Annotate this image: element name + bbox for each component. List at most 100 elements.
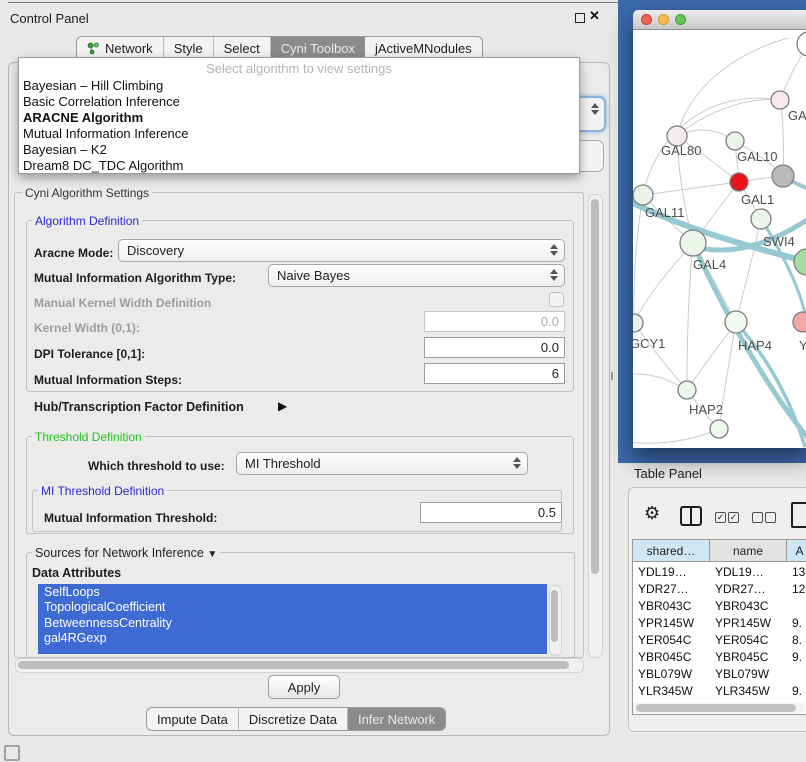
node-pink[interactable] (793, 312, 806, 332)
node-gal11[interactable] (633, 185, 653, 205)
table-cell[interactable]: YBR043C (710, 597, 787, 614)
column-header-partial[interactable]: A (787, 540, 806, 562)
hub-section-label: Hub/Transcription Factor Definition (34, 400, 244, 414)
attribute-item[interactable]: SelfLoops (38, 584, 547, 600)
node-gray[interactable] (772, 165, 794, 187)
which-threshold-select[interactable]: MI Threshold (236, 452, 528, 475)
mi-steps-input[interactable]: 6 (424, 363, 565, 384)
table-cell[interactable]: YPR145W (710, 614, 787, 631)
minimize-traffic-light[interactable] (658, 14, 669, 25)
table-cell[interactable]: YDL19… (633, 563, 710, 580)
table-cell[interactable]: YDR27… (710, 580, 787, 597)
node-label: Y (799, 338, 806, 353)
attribute-item[interactable]: TopologicalCoefficient (38, 600, 547, 616)
data-attributes-list: SelfLoops TopologicalCoefficient Between… (38, 584, 547, 654)
node-hap2[interactable] (678, 381, 696, 399)
table-cell[interactable]: 8. (787, 631, 806, 648)
attributes-scrollbar[interactable] (549, 585, 562, 656)
table-cell[interactable]: YLR345W (710, 682, 787, 699)
table-cell[interactable]: 9. (787, 648, 806, 665)
tab-infer-network[interactable]: Infer Network (348, 708, 445, 730)
node-bottom[interactable] (710, 420, 728, 438)
aracne-mode-select[interactable]: Discovery (118, 239, 565, 262)
table-cell[interactable]: YDL19… (710, 563, 787, 580)
node-gal4[interactable] (680, 230, 706, 256)
node-swi4[interactable] (751, 209, 771, 229)
table-cell[interactable]: YDR27… (633, 580, 710, 597)
table-cell[interactable]: 13 (787, 563, 806, 580)
node-table: shared… name A YDL19… YDL19… 13 YDR27… Y… (632, 539, 806, 715)
table-cell[interactable]: YER054C (633, 631, 710, 648)
settings-vertical-scrollbar[interactable] (588, 194, 603, 658)
table-cell[interactable]: 9. (787, 614, 806, 631)
tab-discretize-data[interactable]: Discretize Data (239, 708, 348, 730)
attribute-item[interactable]: gal4RGexp (38, 631, 547, 647)
close-icon[interactable]: ✕ (589, 8, 600, 24)
unchecked-box-icon[interactable] (765, 512, 776, 523)
docked-panel-icon[interactable] (4, 745, 20, 761)
node-gal1[interactable] (730, 173, 748, 191)
table-cell[interactable]: YER054C (710, 631, 787, 648)
kernel-width-input[interactable]: 0.0 (424, 311, 565, 332)
table-cell[interactable]: YBR045C (710, 648, 787, 665)
split-columns-icon[interactable] (680, 506, 702, 526)
application-root: Control Panel ✕ Network Style Select Cyn… (0, 0, 806, 762)
control-panel-title: Control Panel (10, 11, 89, 26)
expand-right-icon[interactable]: ▶ (278, 399, 287, 413)
node-label: GAL1 (741, 192, 774, 207)
node-gal-partial[interactable] (771, 91, 789, 109)
table-cell[interactable]: YBR045C (633, 648, 710, 665)
table-cell[interactable]: YBR043C (633, 597, 710, 614)
table-cell[interactable] (787, 597, 806, 614)
table-cell[interactable]: YBL079W (710, 665, 787, 682)
algorithm-option[interactable]: Basic Correlation Inference (23, 94, 180, 110)
file-icon[interactable] (791, 502, 806, 528)
manual-kernel-width-checkbox[interactable] (549, 292, 564, 307)
network-window-titlebar[interactable] (633, 10, 806, 30)
algorithm-option[interactable]: Mutual Information Inference (23, 126, 188, 142)
tab-cyni-toolbox-label: Cyni Toolbox (281, 41, 355, 56)
zoom-traffic-light[interactable] (675, 14, 686, 25)
kernel-width-label: Kernel Width (0,1): (34, 321, 140, 335)
node-gal10[interactable] (726, 132, 744, 150)
table-cell[interactable]: YLR345W (633, 682, 710, 699)
table-cell[interactable]: 12 (787, 580, 806, 597)
checked-box-icon[interactable]: ✓ (715, 512, 726, 523)
algorithm-option[interactable]: Bayesian – K2 (23, 142, 107, 158)
column-header-shared-name[interactable]: shared… (633, 540, 710, 562)
dpi-tolerance-input[interactable]: 0.0 (424, 337, 565, 358)
algorithm-option-selected[interactable]: ARACNE Algorithm (23, 110, 143, 126)
node-gcy1[interactable] (633, 314, 643, 332)
apply-button[interactable]: Apply (268, 675, 340, 699)
checked-box-icon[interactable]: ✓ (728, 512, 739, 523)
algorithm-option[interactable]: Dream8 DC_TDC Algorithm (23, 158, 183, 174)
network-canvas[interactable]: GAL GAL80 GAL10 GAL1 GAL11 SWI4 GAL4 GCY… (633, 30, 806, 448)
column-header-name[interactable]: name (710, 540, 787, 562)
mi-threshold-input[interactable]: 0.5 (420, 502, 562, 523)
attribute-item-partial[interactable] (38, 646, 547, 654)
table-cell[interactable]: YBL079W (633, 665, 710, 682)
node-hap4[interactable] (725, 311, 747, 333)
algorithm-dropdown-popup: Select algorithm to view settings Bayesi… (18, 57, 580, 174)
tab-infer-network-label: Infer Network (358, 712, 435, 727)
gear-icon[interactable]: ⚙ (644, 503, 660, 524)
algorithm-option[interactable]: Bayesian – Hill Climbing (23, 78, 163, 94)
node-unlabeled[interactable] (797, 32, 806, 56)
mi-threshold-value: 0.5 (538, 505, 556, 520)
tab-impute-data[interactable]: Impute Data (147, 708, 239, 730)
attribute-item[interactable]: BetweennessCentrality (38, 615, 547, 631)
settings-horizontal-scrollbar[interactable] (15, 658, 584, 673)
panel-divider-grip[interactable] (611, 372, 617, 380)
table-cell[interactable]: YPR145W (633, 614, 710, 631)
table-cell[interactable]: 9. (787, 682, 806, 699)
float-window-icon[interactable] (575, 13, 585, 23)
close-traffic-light[interactable] (641, 14, 652, 25)
table-scrollbar-thumb[interactable] (636, 704, 796, 712)
table-cell[interactable] (787, 665, 806, 682)
mi-algorithm-type-select[interactable]: Naive Bayes (268, 264, 565, 287)
node-green-large[interactable] (794, 249, 806, 275)
sources-title-text: Sources for Network Inference (35, 546, 204, 560)
unchecked-box-icon[interactable] (752, 512, 763, 523)
network-graph: GAL GAL80 GAL10 GAL1 GAL11 SWI4 GAL4 GCY… (633, 30, 806, 448)
collapse-down-icon[interactable]: ▼ (207, 549, 217, 560)
